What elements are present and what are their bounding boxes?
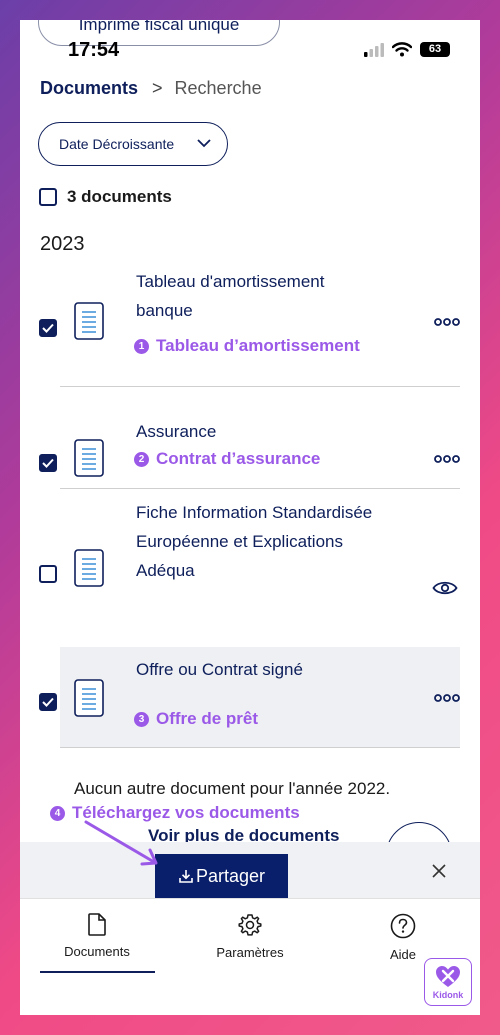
- phone-screen: Imprimé fiscal unique 17:54 63 Documents…: [20, 20, 480, 1015]
- status-bar: 17:54 63: [20, 20, 480, 72]
- document-checkbox[interactable]: [39, 565, 57, 583]
- file-icon: [74, 439, 104, 477]
- annotation-text: Contrat d’assurance: [156, 449, 321, 468]
- no-more-documents-text: Aucun autre document pour l'année 2022.: [74, 779, 391, 798]
- kidonk-logo-icon: [436, 966, 460, 987]
- eye-icon[interactable]: [432, 579, 458, 597]
- gear-icon: [238, 914, 262, 936]
- tab-documents[interactable]: Documents: [37, 913, 157, 959]
- more-icon[interactable]: [434, 317, 460, 327]
- file-icon: [74, 302, 104, 340]
- document-row[interactable]: Offre ou Contrat signé 3 Offre de prêt: [39, 647, 460, 747]
- tab-aide[interactable]: Aide: [343, 913, 463, 962]
- status-icons: 63: [364, 42, 450, 57]
- document-checkbox[interactable]: [39, 319, 57, 337]
- chevron-down-icon: [197, 139, 211, 148]
- select-all[interactable]: 3 documents: [39, 187, 172, 207]
- check-icon: [42, 323, 54, 333]
- download-icon: [179, 870, 193, 883]
- annotation-tag: 1 Tableau d’amortissement: [134, 336, 360, 356]
- annotation-tag: 2 Contrat d’assurance: [134, 449, 320, 469]
- breadcrumb-separator: >: [152, 78, 163, 98]
- breadcrumb-current: Recherche: [174, 78, 262, 98]
- document-row[interactable]: Tableau d'amortissement banque 1 Tableau…: [39, 260, 460, 380]
- more-icon[interactable]: [434, 454, 460, 464]
- sort-dropdown-label: Date Décroissante: [59, 136, 175, 152]
- document-title[interactable]: Fiche Information Standardisée Européenn…: [136, 498, 372, 585]
- file-icon: [74, 679, 104, 717]
- file-icon: [74, 549, 104, 587]
- tab-parametres[interactable]: Paramètres: [190, 913, 310, 960]
- bottom-tab-bar: Documents Paramètres Aide: [20, 898, 480, 1015]
- document-title[interactable]: Offre ou Contrat signé: [136, 655, 303, 684]
- document-row[interactable]: Assurance 2 Contrat d’assurance: [39, 387, 460, 487]
- row-divider: [60, 747, 460, 748]
- breadcrumb-documents[interactable]: Documents: [40, 78, 138, 99]
- share-button[interactable]: Partager: [155, 854, 288, 898]
- document-checkbox[interactable]: [39, 693, 57, 711]
- status-time: 17:54: [68, 39, 120, 61]
- signal-icon: [364, 42, 384, 57]
- document-icon: [88, 913, 106, 936]
- breadcrumb: Documents > Recherche: [40, 78, 262, 99]
- select-all-checkbox[interactable]: [39, 188, 57, 206]
- close-icon[interactable]: [432, 864, 446, 878]
- annotation-text: Offre de prêt: [156, 709, 259, 728]
- wifi-icon: [392, 42, 412, 57]
- annotation-number: 3: [134, 711, 149, 727]
- tab-label: Paramètres: [216, 945, 284, 960]
- check-icon: [42, 458, 54, 468]
- more-icon[interactable]: [434, 693, 460, 703]
- document-title[interactable]: Assurance: [136, 417, 216, 446]
- document-title[interactable]: Tableau d'amortissement banque: [136, 267, 324, 325]
- check-icon: [42, 697, 54, 707]
- arrow-annotation-icon: [84, 820, 158, 866]
- help-icon: [390, 913, 416, 939]
- select-all-label: 3 documents: [67, 187, 172, 206]
- share-button-label: Partager: [195, 865, 266, 886]
- tab-label: Documents: [64, 944, 130, 959]
- annotation-number: 2: [134, 451, 149, 467]
- document-row[interactable]: Fiche Information Standardisée Européenn…: [39, 489, 460, 645]
- sort-dropdown[interactable]: Date Décroissante: [38, 122, 228, 166]
- kidonk-logo-label: Kidonk: [432, 990, 464, 1000]
- annotation-number: 1: [134, 338, 149, 354]
- battery-icon: 63: [420, 42, 450, 57]
- document-checkbox[interactable]: [39, 454, 57, 472]
- active-tab-indicator: [40, 971, 155, 973]
- annotation-text: Tableau d’amortissement: [156, 336, 360, 355]
- annotation-number: 4: [50, 805, 65, 821]
- annotation-tag: 3 Offre de prêt: [134, 709, 258, 729]
- year-heading: 2023: [40, 233, 85, 255]
- tab-label: Aide: [389, 947, 417, 962]
- kidonk-logo: Kidonk: [424, 958, 472, 1006]
